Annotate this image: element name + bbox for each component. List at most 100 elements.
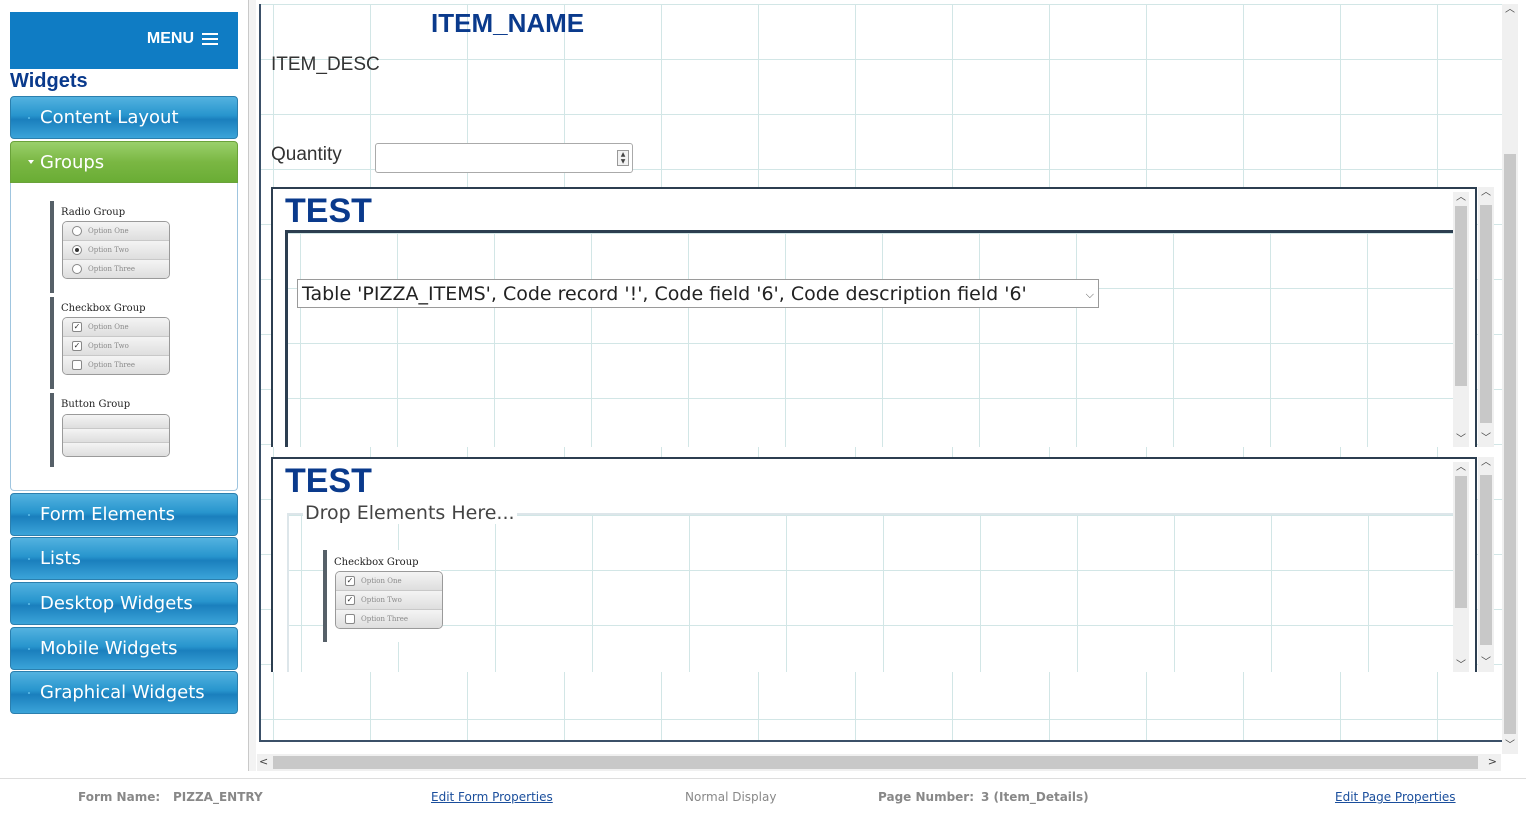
radio-option: Option Two: [63, 240, 169, 259]
scroll-up-icon[interactable]: ︿: [1502, 4, 1518, 16]
section-label: Lists: [40, 548, 81, 569]
checkbox-option: Option Three: [63, 355, 169, 374]
button-segment: [63, 442, 169, 456]
scroll-thumb[interactable]: [1480, 475, 1492, 645]
checkbox-icon: [72, 360, 82, 370]
scroll-down-icon[interactable]: ﹀: [1453, 660, 1469, 672]
section-label: Graphical Widgets: [40, 682, 205, 703]
menu-bar: MENU: [10, 12, 238, 69]
scroll-up-icon[interactable]: ︿: [1478, 187, 1494, 199]
option-label: Option One: [361, 577, 402, 585]
checkbox-option: ✓ Option Two: [336, 590, 442, 609]
edit-page-properties-link[interactable]: Edit Page Properties: [1335, 790, 1456, 804]
section-label: Content Layout: [40, 107, 179, 128]
radio-option: Option One: [63, 222, 169, 240]
checkbox-group-widget[interactable]: Checkbox Group ✓ Option One ✓ Option Two O…: [323, 550, 443, 642]
section-label: Form Elements: [40, 504, 175, 525]
option-label: Option Three: [88, 361, 136, 369]
select-value: Table 'PIZZA_ITEMS', Code record '!', Co…: [302, 282, 1027, 305]
scroll-down-icon[interactable]: ﹀: [1478, 657, 1494, 669]
option-label: Option Two: [88, 246, 129, 254]
container-2-scrollbar[interactable]: ︿ ﹀: [1453, 462, 1469, 672]
section-content-layout[interactable]: Content Layout: [10, 96, 238, 139]
collapsed-marker-icon: [28, 603, 30, 605]
collapsed-marker-icon: [28, 558, 30, 560]
canvas-horizontal-scrollbar[interactable]: < >: [257, 754, 1501, 771]
widget-title: Checkbox Group: [61, 303, 146, 314]
section-mobile-widgets[interactable]: Mobile Widgets: [10, 627, 238, 670]
code-table-select[interactable]: Table 'PIZZA_ITEMS', Code record '!', Co…: [297, 279, 1099, 308]
page-number-label: Page Number:: [878, 790, 975, 804]
checkbox-group-widget[interactable]: Checkbox Group ✓ Option One ✓ Option Two O…: [50, 297, 170, 389]
item-name-field[interactable]: ITEM_NAME: [431, 8, 584, 39]
radio-options: Option One Option Two Option Three: [62, 221, 170, 279]
scroll-down-icon[interactable]: ﹀: [1502, 740, 1518, 752]
scroll-thumb[interactable]: [1455, 206, 1467, 386]
scroll-thumb[interactable]: [1480, 205, 1492, 423]
option-label: Option Two: [361, 596, 402, 604]
drop-zone[interactable]: [287, 513, 1453, 672]
radio-option: Option Three: [63, 259, 169, 278]
button-group-preview: [62, 414, 170, 457]
scroll-down-icon[interactable]: ﹀: [1453, 434, 1469, 446]
groups-panel: Radio Group Option One Option Two Option…: [10, 183, 238, 491]
quantity-label: Quantity: [271, 144, 342, 165]
button-segment: [63, 415, 169, 428]
option-label: Option Three: [88, 265, 136, 273]
container-inner-area: [285, 230, 1453, 447]
page-number-value: 3 (Item_Details): [981, 790, 1089, 804]
container-title: TEST: [285, 462, 372, 500]
button-group-widget[interactable]: Button Group: [50, 393, 170, 467]
spinner-arrows-icon[interactable]: ▲ ▼: [617, 150, 629, 166]
menu-label: MENU: [146, 30, 194, 47]
expanded-triangle-icon: [28, 160, 34, 164]
quantity-stepper[interactable]: ▲ ▼: [375, 143, 633, 173]
widget-title: Radio Group: [61, 207, 126, 218]
scroll-up-icon[interactable]: ︿: [1453, 462, 1469, 474]
checkbox-checked-icon: ✓: [345, 576, 355, 586]
collapsed-marker-icon: [28, 117, 30, 119]
item-desc-field[interactable]: ITEM_DESC: [271, 54, 380, 76]
container-title: TEST: [285, 192, 372, 230]
scroll-right-icon[interactable]: >: [1488, 755, 1497, 768]
radio-selected-icon: [72, 245, 82, 255]
section-label: Mobile Widgets: [40, 638, 178, 659]
section-form-elements[interactable]: Form Elements: [10, 493, 238, 536]
scroll-up-icon[interactable]: ︿: [1453, 192, 1469, 204]
outer-scrollbar-1[interactable]: ︿ ﹀: [1478, 187, 1494, 447]
section-label: Desktop Widgets: [40, 593, 193, 614]
checkbox-checked-icon: ✓: [72, 322, 82, 332]
scroll-left-icon[interactable]: <: [259, 755, 268, 768]
scroll-up-icon[interactable]: ︿: [1478, 457, 1494, 469]
scroll-thumb[interactable]: [1455, 476, 1467, 608]
collapsed-marker-icon: [28, 648, 30, 650]
menu-button[interactable]: MENU: [147, 30, 218, 48]
scroll-thumb[interactable]: [273, 756, 1478, 769]
outer-scrollbar-2[interactable]: ︿ ﹀: [1478, 457, 1494, 672]
section-graphical-widgets[interactable]: Graphical Widgets: [10, 671, 238, 714]
checkbox-checked-icon: ✓: [72, 341, 82, 351]
checkbox-options: ✓ Option One ✓ Option Two Option Three: [335, 571, 443, 629]
checkbox-option: ✓ Option One: [63, 318, 169, 336]
section-groups[interactable]: Groups: [10, 141, 238, 183]
status-footer: Form Name: PIZZA_ENTRY Edit Form Propert…: [0, 778, 1526, 814]
checkbox-option: ✓ Option One: [336, 572, 442, 590]
section-lists[interactable]: Lists: [10, 537, 238, 580]
collapsed-marker-icon: [28, 692, 30, 694]
panel-splitter[interactable]: [249, 0, 256, 771]
scroll-thumb[interactable]: [1504, 154, 1516, 734]
radio-icon: [72, 226, 82, 236]
option-label: Option Three: [361, 615, 409, 623]
display-mode: Normal Display: [685, 790, 777, 804]
chevron-down-icon: ⌵: [1085, 288, 1094, 301]
canvas-vertical-scrollbar[interactable]: ︿ ﹀: [1502, 4, 1518, 754]
container-1-scrollbar[interactable]: ︿ ﹀: [1453, 192, 1469, 447]
radio-group-widget[interactable]: Radio Group Option One Option Two Option…: [50, 201, 170, 293]
section-label: Groups: [40, 151, 105, 173]
section-desktop-widgets[interactable]: Desktop Widgets: [10, 582, 238, 625]
checkbox-checked-icon: ✓: [345, 595, 355, 605]
scroll-down-icon[interactable]: ﹀: [1478, 433, 1494, 445]
collapsed-marker-icon: [28, 514, 30, 516]
form-name-label: Form Name:: [78, 790, 161, 804]
edit-form-properties-link[interactable]: Edit Form Properties: [431, 790, 553, 804]
